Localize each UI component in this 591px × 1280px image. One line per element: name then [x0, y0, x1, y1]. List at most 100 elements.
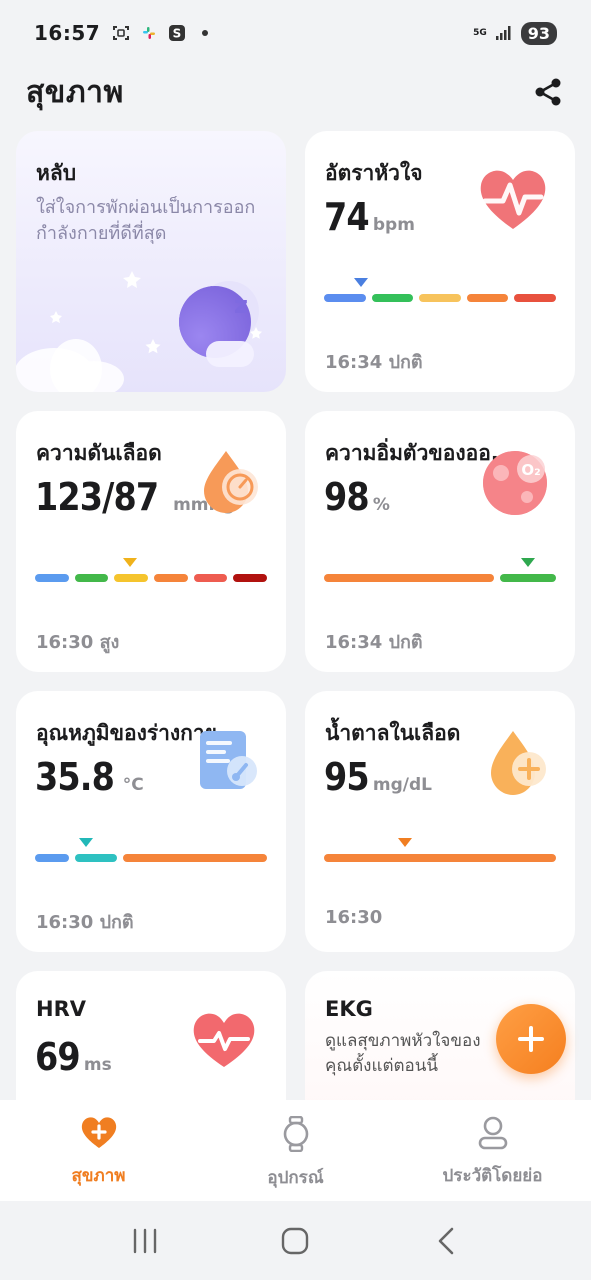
nav-item-devices[interactable]: อุปกรณ์ — [197, 1100, 394, 1201]
spo2-range-bar — [324, 574, 556, 584]
range-segment — [499, 574, 556, 582]
thermometer-icon — [200, 731, 257, 789]
heart-rate-marker — [354, 278, 369, 287]
temperature-marker — [79, 838, 94, 847]
blood-sugar-icon — [491, 731, 546, 795]
recent-apps-button[interactable] — [125, 1221, 165, 1261]
heart-rate-status: 16:34 ปกติ — [325, 352, 423, 373]
svg-text:z: z — [234, 291, 248, 319]
blood-pressure-value: 123/87 — [35, 475, 159, 519]
health-heart-icon — [81, 1117, 116, 1148]
spo2-card[interactable]: ความอิ่มตัวของออ... 98 % O₂ 16:34 ปกติ — [305, 411, 575, 672]
system-navigation-bar — [0, 1201, 591, 1280]
blood-sugar-unit: mg/dL — [372, 775, 432, 795]
range-segment — [324, 294, 366, 302]
sleep-card[interactable]: หลับ ใส่ใจการพักผ่อนเป็นการออกกำลังกายที… — [16, 131, 286, 392]
heart-rate-card[interactable]: อัตราหัวใจ 74 bpm 16:34 ปกติ — [305, 131, 575, 392]
page-title: สุขภาพ — [26, 74, 124, 110]
blood-sugar-title: น้ำตาลในเลือด — [325, 721, 461, 745]
s-app-icon: S — [168, 24, 186, 42]
hrv-value-row: 69 ms — [35, 1035, 112, 1079]
home-button[interactable] — [275, 1221, 315, 1261]
temperature-value-row: 35.8 °C — [35, 755, 144, 799]
spo2-value-row: 98 % — [324, 475, 390, 519]
temperature-range-bar — [35, 854, 267, 864]
range-segment — [466, 294, 509, 302]
heart-rate-title: อัตราหัวใจ — [325, 161, 423, 185]
nav-label-devices: อุปกรณ์ — [267, 1168, 324, 1188]
range-segment — [154, 574, 188, 582]
nav-label-health: สุขภาพ — [71, 1166, 126, 1186]
blood-pressure-marker — [123, 558, 138, 567]
blood-sugar-value: 95 — [324, 755, 370, 799]
battery-indicator: 93 — [520, 21, 557, 45]
back-button[interactable] — [426, 1221, 466, 1261]
plus-icon — [518, 1026, 544, 1052]
ekg-subtitle: ดูแลสุขภาพหัวใจของคุณตั้งแต่ตอนนี้ — [325, 1031, 481, 1076]
hrv-unit: ms — [83, 1055, 112, 1075]
network-type: 5G — [473, 27, 487, 38]
home-icon — [282, 1227, 309, 1254]
range-segment — [35, 854, 70, 862]
range-segment — [35, 574, 69, 582]
nav-label-profile: ประวัติโดยย่อ — [442, 1166, 543, 1186]
range-segment — [74, 574, 109, 582]
spo2-unit: % — [372, 495, 390, 515]
range-segment — [122, 854, 267, 862]
nav-item-profile[interactable]: ประวัติโดยย่อ — [394, 1100, 591, 1201]
range-segment — [324, 854, 556, 862]
recent-apps-icon — [133, 1228, 157, 1253]
hrv-value: 69 — [35, 1035, 81, 1079]
blood-pressure-range-bar — [35, 574, 268, 584]
temperature-value: 35.8 — [35, 755, 115, 799]
temperature-unit: °C — [122, 775, 144, 795]
dot-icon — [196, 24, 214, 42]
watch-icon — [283, 1116, 308, 1152]
temperature-card[interactable]: อุณหภูมิของร่างกาย 35.8 °C 16:30 ปกติ — [16, 691, 286, 952]
hrv-heart-icon — [193, 1013, 255, 1067]
share-icon — [535, 78, 561, 106]
screenshot-icon — [112, 24, 130, 42]
sleep-subtitle: ใส่ใจการพักผ่อนเป็นการออกกำลังกายที่ดีที… — [36, 197, 256, 244]
blood-sugar-value-row: 95 mg/dL — [324, 755, 432, 799]
spo2-status: 16:34 ปกติ — [325, 632, 423, 653]
sleep-title: หลับ — [36, 161, 77, 185]
temperature-title: อุณหภูมิของร่างกาย — [36, 721, 217, 745]
nav-item-health[interactable]: สุขภาพ — [0, 1100, 197, 1201]
blood-pressure-icon — [204, 451, 258, 513]
heart-rate-unit: bpm — [372, 215, 415, 235]
range-segment — [114, 574, 149, 582]
slack-icon — [140, 24, 158, 42]
svg-text:O₂: O₂ — [521, 461, 540, 479]
signal-icon — [495, 24, 513, 42]
bottom-navigation: สุขภาพ อุปกรณ์ ประวัติโดยย่อ — [0, 1100, 591, 1201]
add-fab-button[interactable] — [496, 1004, 566, 1074]
blood-sugar-range-bar — [324, 854, 556, 864]
range-segment — [514, 294, 556, 302]
share-button[interactable] — [530, 74, 566, 110]
heart-rate-icon — [480, 170, 546, 229]
svg-text:S: S — [173, 27, 182, 41]
range-segment — [233, 574, 268, 582]
temperature-status: 16:30 ปกติ — [36, 912, 134, 933]
oxygen-icon: O₂ — [483, 451, 547, 515]
heart-rate-value-row: 74 bpm — [324, 195, 415, 239]
moon-sleep-icon: z — [16, 271, 262, 392]
range-segment — [75, 854, 117, 862]
range-segment — [324, 574, 494, 582]
status-time: 16:57 — [34, 21, 101, 45]
spo2-value: 98 — [324, 475, 370, 519]
hrv-title: HRV — [36, 997, 86, 1021]
status-notification-icons: S — [112, 24, 214, 42]
blood-pressure-title: ความดันเลือด — [36, 441, 162, 465]
page-header: สุขภาพ — [26, 66, 566, 118]
range-segment — [419, 294, 461, 302]
blood-sugar-status: 16:30 — [325, 907, 383, 928]
blood-pressure-card[interactable]: ความดันเลือด 123/87 mmHg 16:30 สูง — [16, 411, 286, 672]
range-segment — [371, 294, 414, 302]
blood-sugar-card[interactable]: น้ำตาลในเลือด 95 mg/dL 16:30 — [305, 691, 575, 952]
profile-icon — [478, 1116, 507, 1150]
blood-pressure-status: 16:30 สูง — [36, 632, 120, 653]
spo2-marker — [521, 558, 536, 567]
range-segment — [193, 574, 228, 582]
